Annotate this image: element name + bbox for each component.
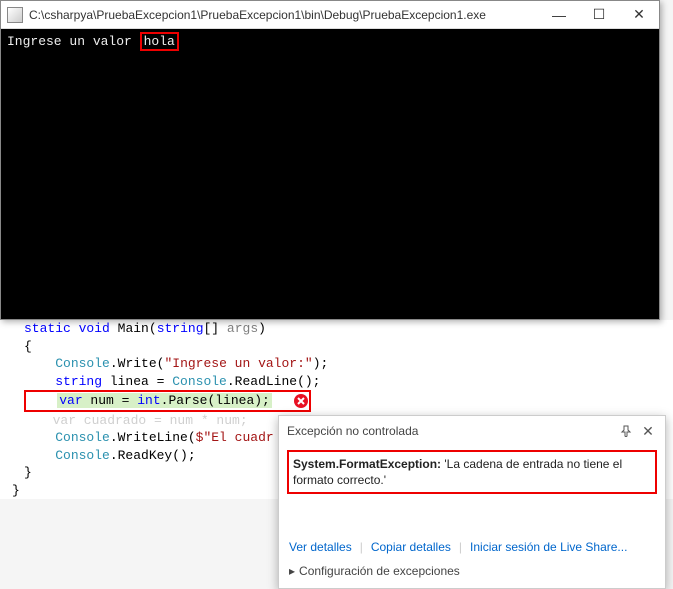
- string-literal: "Ingrese un valor:": [164, 356, 312, 371]
- exception-popup: Excepción no controlada ✕ System.FormatE…: [278, 415, 666, 589]
- link-live-share[interactable]: Iniciar sesión de Live Share...: [470, 540, 627, 554]
- dot: .: [110, 356, 118, 371]
- pin-icon[interactable]: [617, 422, 635, 440]
- popup-close-button[interactable]: ✕: [639, 422, 657, 440]
- method-parse: .Parse(linea);: [161, 393, 270, 408]
- minimize-button[interactable]: —: [539, 1, 579, 29]
- exception-config-expander[interactable]: ▸ Configuración de excepciones: [279, 560, 665, 588]
- error-line: var num = int.Parse(linea);: [24, 390, 673, 412]
- keyword-var: var: [59, 393, 82, 408]
- console-user-input: hola: [140, 32, 179, 51]
- method-readline: .ReadLine();: [227, 374, 321, 389]
- method-readkey: .ReadKey();: [110, 448, 196, 463]
- brackets: []: [204, 321, 220, 336]
- console-titlebar: C:\csharpya\PruebaExcepcion1\PruebaExcep…: [1, 1, 659, 29]
- popup-title: Excepción no controlada: [287, 424, 613, 438]
- separator: |: [360, 540, 363, 554]
- console-window: C:\csharpya\PruebaExcepcion1\PruebaExcep…: [0, 0, 660, 320]
- exception-type: System.FormatException:: [293, 457, 441, 471]
- console-title: C:\csharpya\PruebaExcepcion1\PruebaExcep…: [29, 8, 539, 22]
- console-output[interactable]: Ingrese un valor hola: [1, 29, 659, 319]
- method-name: Main: [118, 321, 149, 336]
- console-line: Ingrese un valor hola: [7, 33, 653, 51]
- exception-message: System.FormatException: 'La cadena de en…: [287, 450, 657, 494]
- type-console: Console: [55, 430, 110, 445]
- type-console: Console: [55, 448, 110, 463]
- console-prompt: Ingrese un valor: [7, 34, 140, 49]
- popup-links: Ver detalles | Copiar detalles | Iniciar…: [279, 534, 665, 560]
- code-line: static void Main(string[] args): [24, 320, 673, 338]
- keyword-static: static: [24, 321, 71, 336]
- method-write: Write: [118, 356, 157, 371]
- app-icon: [7, 7, 23, 23]
- window-controls: — ☐ ✕: [539, 1, 659, 29]
- maximize-button[interactable]: ☐: [579, 1, 619, 29]
- paren: (: [149, 321, 157, 336]
- code-line: string linea = Console.ReadLine();: [24, 373, 673, 391]
- paren: ): [258, 321, 266, 336]
- code-line: Console.Write("Ingrese un valor:");: [24, 355, 673, 373]
- popup-header: Excepción no controlada ✕: [279, 416, 665, 446]
- keyword-string: string: [55, 374, 102, 389]
- keyword-string: string: [157, 321, 204, 336]
- type-console: Console: [55, 356, 110, 371]
- close-button[interactable]: ✕: [619, 1, 659, 29]
- var-decl: linea =: [102, 374, 172, 389]
- var-num: num =: [83, 393, 138, 408]
- keyword-void: void: [79, 321, 110, 336]
- link-view-details[interactable]: Ver detalles: [289, 540, 352, 554]
- chevron-right-icon: ▸: [289, 564, 295, 578]
- error-icon: [293, 393, 309, 409]
- config-label: Configuración de excepciones: [299, 564, 460, 578]
- param-args: args: [227, 321, 258, 336]
- keyword-int: int: [137, 393, 160, 408]
- string-literal: $"El cuadr: [196, 430, 274, 445]
- type-console: Console: [172, 374, 227, 389]
- method-writeline: .WriteLine(: [110, 430, 196, 445]
- semicolon: ;: [321, 356, 329, 371]
- code-line: {: [24, 338, 673, 356]
- link-copy-details[interactable]: Copiar detalles: [371, 540, 451, 554]
- separator: |: [459, 540, 462, 554]
